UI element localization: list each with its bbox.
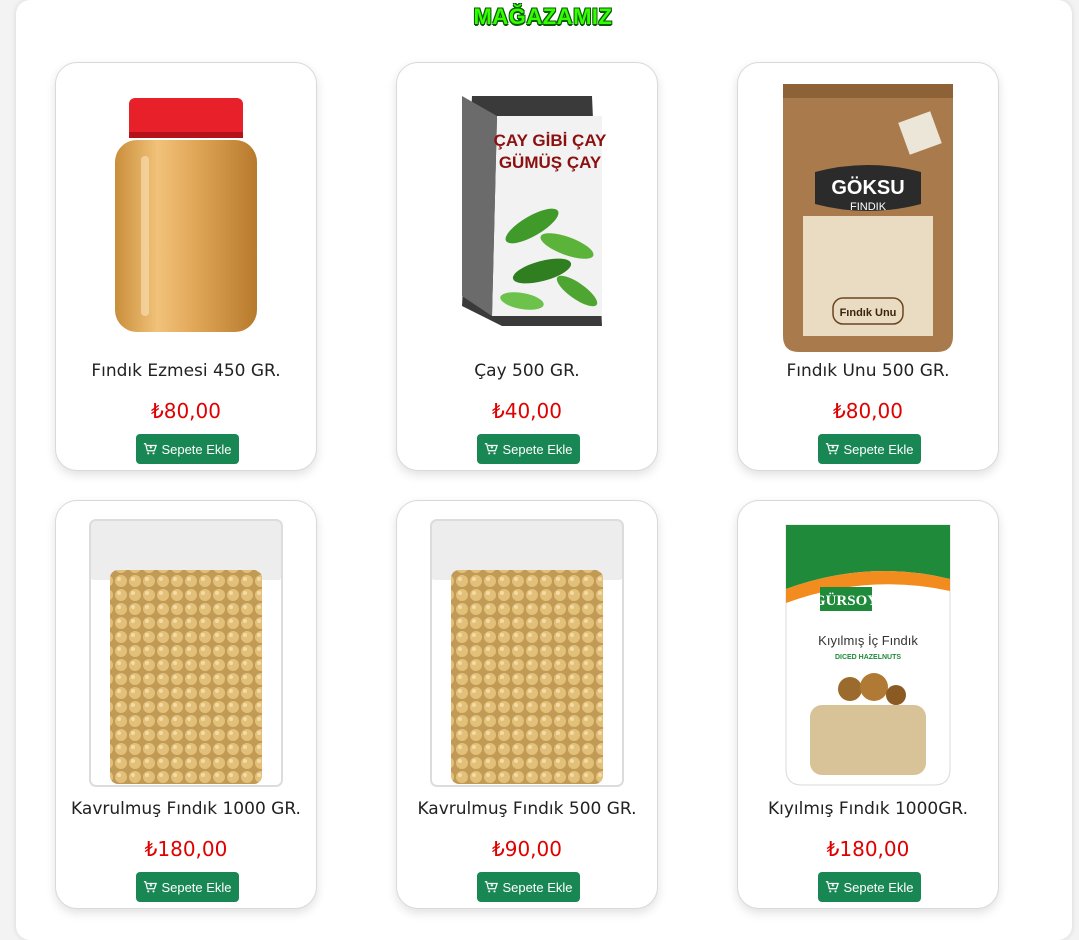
add-to-cart-button[interactable]: Sepete Ekle [818,434,921,464]
product-card: GÖKSU FINDIK Fındık Unu Fındık Unu 500 G… [737,62,999,471]
product-card: Kavrulmuş Fındık 500 GR. ₺90,00 Sepete E… [396,500,658,909]
product-price: ₺40,00 [492,399,562,423]
add-to-cart-label: Sepete Ekle [161,441,232,457]
tea-slogan-1: ÇAY GİBİ ÇAY [494,131,607,150]
peanut-butter-jar-image[interactable] [72,75,300,357]
add-to-cart-label: Sepete Ekle [161,879,232,895]
add-to-cart-label: Sepete Ekle [502,879,573,895]
cart-plus-icon [826,443,840,455]
add-to-cart-button[interactable]: Sepete Ekle [136,434,239,464]
product-card: Fındık Ezmesi 450 GR. ₺80,00 Sepete Ekle [55,62,317,471]
product-price: ₺90,00 [492,837,562,861]
add-to-cart-label: Sepete Ekle [843,879,914,895]
product-card: ÇAY GİBİ ÇAY GÜMÜŞ ÇAY Çay 500 GR. ₺40,0… [396,62,658,471]
hazelnut-flour-pouch-image[interactable]: GÖKSU FINDIK Fındık Unu [754,75,982,357]
gursoy-brand: GÜRSOY [814,592,878,609]
goksu-sub: FINDIK [850,201,887,213]
add-to-cart-button[interactable]: Sepete Ekle [136,872,239,902]
product-price: ₺180,00 [826,837,910,861]
product-price: ₺80,00 [151,399,221,423]
tea-package-image[interactable]: ÇAY GİBİ ÇAY GÜMÜŞ ÇAY [413,75,641,357]
cart-plus-icon [485,881,499,893]
cart-plus-icon [485,443,499,455]
product-name: Kıyılmış Fındık 1000GR. [767,799,968,819]
cart-plus-icon [144,881,158,893]
diced-sub: DICED HAZELNUTS [835,654,901,661]
tea-slogan-2: GÜMÜŞ ÇAY [499,153,602,172]
add-to-cart-label: Sepete Ekle [502,441,573,457]
flour-label: Fındık Unu [840,307,897,319]
product-name: Kavrulmuş Fındık 1000 GR. [71,799,301,819]
goksu-brand: GÖKSU [831,176,904,199]
product-name: Kavrulmuş Fındık 500 GR. [417,799,637,819]
store-title: MAĞAZAMIZ [473,4,613,29]
product-name: Çay 500 GR. [474,361,580,381]
cart-plus-icon [826,881,840,893]
add-to-cart-button[interactable]: Sepete Ekle [477,872,580,902]
product-card: Kavrulmuş Fındık 1000 GR. ₺180,00 Sepete… [55,500,317,909]
add-to-cart-button[interactable]: Sepete Ekle [477,434,580,464]
product-price: ₺80,00 [833,399,903,423]
roasted-hazelnut-pack-image[interactable] [413,513,641,795]
product-name: Fındık Unu 500 GR. [786,361,950,381]
add-to-cart-label: Sepete Ekle [843,441,914,457]
roasted-hazelnut-pack-image[interactable] [72,513,300,795]
product-card: GÜRSOY Kıyılmış İç Fındık DICED HAZELNUT… [737,500,999,909]
product-price: ₺180,00 [144,837,228,861]
product-name: Fındık Ezmesi 450 GR. [91,361,281,381]
diced-title: Kıyılmış İç Fındık [818,633,918,648]
add-to-cart-button[interactable]: Sepete Ekle [818,872,921,902]
cart-plus-icon [144,443,158,455]
diced-hazelnut-pouch-image[interactable]: GÜRSOY Kıyılmış İç Fındık DICED HAZELNUT… [754,513,982,795]
